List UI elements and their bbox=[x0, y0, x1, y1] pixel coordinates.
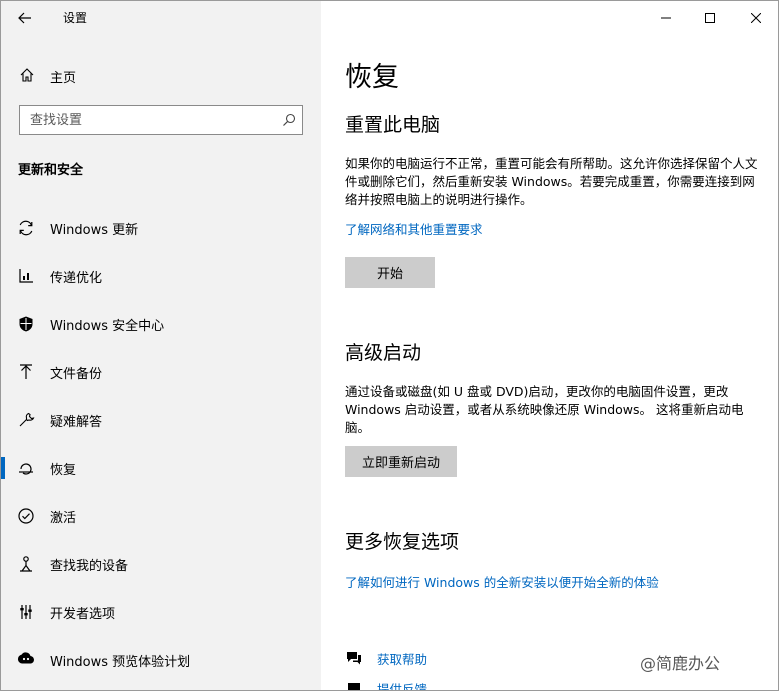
minimize-icon bbox=[661, 17, 671, 19]
sidebar-item-label: Windows 安全中心 bbox=[50, 319, 165, 334]
sidebar-item-security[interactable]: Windows 安全中心 bbox=[1, 301, 321, 345]
feedback-label: 提供反馈 bbox=[377, 682, 428, 691]
sidebar-item-label: 查找我的设备 bbox=[50, 559, 129, 574]
reset-heading: 重置此电脑 bbox=[345, 114, 441, 136]
minimize-button[interactable] bbox=[643, 1, 689, 35]
recovery-icon bbox=[19, 463, 33, 475]
advanced-startup-heading: 高级启动 bbox=[345, 342, 422, 364]
developer-icon bbox=[20, 605, 32, 619]
get-help-label: 获取帮助 bbox=[377, 652, 428, 667]
sidebar-item-label: 疑难解答 bbox=[50, 415, 103, 430]
sidebar-item-label: 文件备份 bbox=[50, 367, 103, 382]
reset-requirements-link[interactable]: 了解网络和其他重置要求 bbox=[345, 219, 483, 238]
maximize-button[interactable] bbox=[687, 1, 733, 35]
main-content: 恢复 重置此电脑 如果你的电脑运行不正常，重置可能会有所帮助。这允许你选择保留个… bbox=[321, 1, 778, 690]
refresh-icon bbox=[19, 220, 33, 236]
sidebar-item-developer[interactable]: 开发者选项 bbox=[1, 589, 321, 633]
sidebar-item-delivery-optimization[interactable]: 传递优化 bbox=[1, 253, 321, 297]
backup-arrow-icon bbox=[20, 364, 32, 379]
watermark: @简鹿办公 bbox=[640, 654, 721, 673]
sidebar-item-label: 传递优化 bbox=[50, 271, 103, 286]
sidebar: 设置 主页 更新和安全 Windows 更新 bbox=[1, 1, 321, 690]
advanced-startup-description: 通过设备或磁盘(如 U 盘或 DVD)启动，更改你的电脑固件设置，更改 Wind… bbox=[345, 384, 744, 435]
restart-now-button[interactable]: 立即重新启动 bbox=[345, 446, 457, 477]
search-icon[interactable] bbox=[282, 113, 296, 127]
sidebar-item-activation[interactable]: 激活 bbox=[1, 493, 321, 537]
sidebar-item-backup[interactable]: 文件备份 bbox=[1, 349, 321, 393]
app-title: 设置 bbox=[63, 11, 88, 25]
close-icon bbox=[751, 13, 761, 23]
sidebar-item-label: 恢复 bbox=[50, 463, 77, 478]
shield-icon bbox=[19, 316, 33, 332]
sidebar-item-windows-update[interactable]: Windows 更新 bbox=[1, 205, 321, 249]
sidebar-item-label: Windows 预览体验计划 bbox=[50, 655, 191, 670]
delivery-optimization-icon bbox=[19, 269, 33, 283]
more-recovery-heading: 更多恢复选项 bbox=[345, 531, 460, 553]
settings-window: 设置 主页 更新和安全 Windows 更新 bbox=[0, 0, 779, 691]
insider-icon bbox=[17, 652, 34, 664]
back-arrow-icon bbox=[18, 12, 31, 24]
sidebar-item-label: 主页 bbox=[50, 71, 77, 86]
fresh-install-link[interactable]: 了解如何进行 Windows 的全新安装以便开始全新的体验 bbox=[345, 572, 659, 591]
sidebar-item-label: 开发者选项 bbox=[50, 607, 116, 622]
selection-indicator bbox=[1, 457, 5, 479]
help-chat-icon bbox=[347, 652, 361, 665]
maximize-icon bbox=[705, 13, 715, 23]
section-heading: 更新和安全 bbox=[18, 163, 84, 178]
back-button[interactable] bbox=[11, 7, 39, 29]
check-circle-icon bbox=[18, 508, 34, 524]
reset-start-button[interactable]: 开始 bbox=[345, 257, 435, 288]
find-device-icon bbox=[20, 556, 32, 572]
page-title: 恢复 bbox=[345, 62, 399, 93]
sidebar-item-label: Windows 更新 bbox=[50, 223, 139, 238]
sidebar-item-home[interactable]: 主页 bbox=[1, 61, 321, 89]
search-input[interactable] bbox=[20, 106, 280, 134]
wrench-icon bbox=[19, 412, 35, 427]
reset-description: 如果你的电脑运行不正常，重置可能会有所帮助。这允许你选择保留个人文件或删除它们，… bbox=[345, 156, 758, 207]
sidebar-item-troubleshoot[interactable]: 疑难解答 bbox=[1, 397, 321, 441]
sidebar-item-find-my-device[interactable]: 查找我的设备 bbox=[1, 541, 321, 585]
sidebar-item-label: 激活 bbox=[50, 511, 77, 526]
search-box[interactable] bbox=[19, 105, 303, 135]
sidebar-item-recovery[interactable]: 恢复 bbox=[1, 445, 321, 489]
close-button[interactable] bbox=[733, 1, 778, 35]
feedback-icon bbox=[348, 683, 360, 690]
home-icon bbox=[20, 68, 34, 82]
sidebar-item-insider[interactable]: Windows 预览体验计划 bbox=[1, 637, 321, 681]
